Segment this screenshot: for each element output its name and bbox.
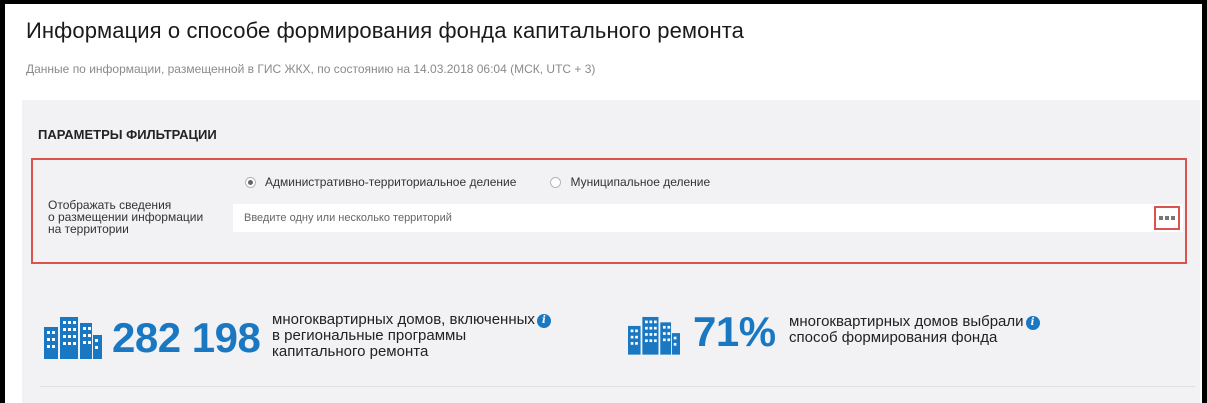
filters-heading: ПАРАМЕТРЫ ФИЛЬТРАЦИИ (38, 127, 217, 142)
stat-description-line: многоквартирных домов, включенных i (272, 312, 551, 328)
stat-method-percent-value: 71% (693, 308, 776, 355)
ellipsis-icon (1159, 216, 1163, 220)
stat-description-line: многоквартирных домов выбрали i (789, 314, 1040, 330)
radio-button-unchecked[interactable] (550, 176, 562, 188)
stat-description-text: многоквартирных домов, включенных (272, 311, 535, 328)
radio-administrative-division[interactable]: Административно-территориальное деление (245, 175, 516, 189)
info-icon[interactable]: i (1025, 316, 1040, 330)
stat-houses-count-value: 282 198 (112, 314, 261, 361)
stat-description-line: капитального ремонта (272, 343, 429, 360)
stat-method-percent-description: многоквартирных домов выбрали i способ фо… (789, 314, 1040, 346)
ellipsis-icon (1165, 216, 1169, 220)
radio-administrative-division-label: Административно-территориальное деление (265, 175, 517, 189)
stat-description-line: в региональные программы (272, 327, 467, 344)
territory-filter-label: Отображать сведения о размещении информа… (48, 199, 223, 235)
page-subtitle: Данные по информации, размещенной в ГИС … (26, 62, 596, 76)
radio-municipal-division-label: Муниципальное деление (570, 175, 711, 189)
division-type-radio-group: Административно-территориальное деление … (245, 175, 710, 189)
stat-description-line: способ формирования фонда (789, 329, 998, 346)
ellipsis-icon (1171, 216, 1175, 220)
territory-select-more-button[interactable] (1154, 206, 1180, 230)
territory-filter-label-line: на территории (48, 222, 129, 236)
info-icon[interactable]: i (536, 314, 551, 328)
stat-houses-count-description: многоквартирных домов, включенных i в рег… (272, 312, 551, 360)
page-title: Информация о способе формирования фонда … (26, 18, 744, 43)
section-divider (40, 386, 1195, 387)
stat-description-text: многоквартирных домов выбрали (789, 313, 1024, 330)
buildings-icon (628, 316, 680, 355)
radio-municipal-division[interactable]: Муниципальное деление (550, 175, 710, 189)
radio-button-checked[interactable] (245, 176, 256, 188)
screenshot-frame-left (0, 0, 5, 403)
screenshot-frame-top (0, 0, 1207, 4)
buildings-icon (44, 317, 102, 359)
screenshot-frame-right (1202, 0, 1207, 403)
territory-input-placeholder: Введите одну или несколько территорий (244, 212, 452, 224)
